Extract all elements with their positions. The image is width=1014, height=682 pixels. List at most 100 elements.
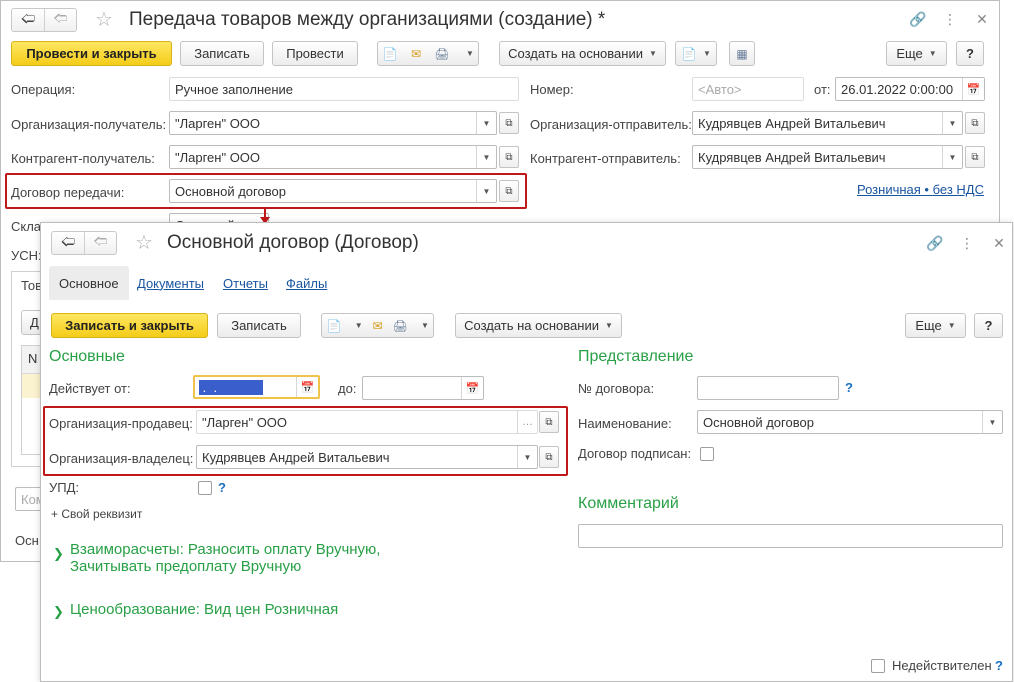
settlements-link[interactable]: Взаиморасчеты: Разносить оплату Вручную,… bbox=[70, 541, 380, 575]
number-label: Номер: bbox=[530, 82, 574, 97]
date-field[interactable]: 26.01.2022 0:00:00 📅 bbox=[835, 77, 985, 101]
contract-window: 🢠 🢢 ☆ Основной договор (Договор) 🔗 ⋮ ✕ О… bbox=[40, 222, 1013, 682]
signed-checkbox[interactable] bbox=[700, 447, 714, 461]
post-and-close-button[interactable]: Провести и закрыть bbox=[11, 41, 172, 66]
open-icon[interactable]: ⧉ bbox=[499, 146, 519, 168]
section-presentation-title: Представление bbox=[578, 348, 694, 365]
table-row-selected[interactable] bbox=[22, 374, 42, 398]
tab-reports[interactable]: Отчеты bbox=[213, 266, 278, 300]
number-field[interactable]: <Авто> bbox=[692, 77, 804, 101]
valid-from-value: . . bbox=[199, 380, 263, 395]
more-vertical-icon[interactable]: ⋮ bbox=[941, 11, 959, 28]
chevron-down-icon[interactable]: ▼ bbox=[942, 146, 962, 168]
invalid-checkbox[interactable] bbox=[871, 659, 885, 673]
valid-from-field[interactable]: . . 📅 bbox=[193, 375, 320, 399]
comment-field[interactable] bbox=[578, 524, 1003, 548]
favorite-star-icon[interactable]: ☆ bbox=[135, 233, 153, 253]
document-structure-icon: 📄 bbox=[681, 46, 697, 61]
favorite-star-icon[interactable]: ☆ bbox=[95, 10, 113, 30]
help-button[interactable]: ? bbox=[974, 313, 1003, 338]
chevron-down-icon[interactable]: ▼ bbox=[476, 146, 496, 168]
orgs-highlight-box bbox=[43, 406, 568, 476]
window-title: Передача товаров между организациями (со… bbox=[129, 9, 606, 30]
link-icon[interactable]: 🔗 bbox=[909, 11, 927, 28]
print-icon[interactable]: 🖨 bbox=[392, 319, 408, 333]
org-sender-field[interactable]: Кудрявцев Андрей Витальевич ▼ bbox=[692, 111, 963, 135]
attach-file-icon[interactable]: 📄 bbox=[382, 47, 398, 61]
link-icon[interactable]: 🔗 bbox=[926, 235, 944, 252]
hierarchy-button[interactable]: ▦ bbox=[729, 41, 755, 66]
invalid-label: Недействителен bbox=[892, 658, 992, 673]
more-vertical-icon[interactable]: ⋮ bbox=[958, 235, 976, 252]
close-icon[interactable]: ✕ bbox=[973, 11, 991, 28]
chevron-down-icon[interactable]: ▼ bbox=[942, 112, 962, 134]
attach-file-icon[interactable]: 📄 bbox=[326, 319, 342, 333]
structure-button[interactable]: 📄 ▼ bbox=[675, 41, 717, 66]
contractor-sender-value: Кудрявцев Андрей Витальевич bbox=[698, 150, 886, 165]
chevron-down-icon[interactable]: ▼ bbox=[476, 112, 496, 134]
email-icon[interactable]: ✉ bbox=[369, 319, 385, 333]
help-button[interactable]: ? bbox=[956, 41, 984, 66]
window-title: Основной договор (Договор) bbox=[167, 232, 419, 253]
section-comment-title: Комментарий bbox=[578, 495, 679, 512]
post-button[interactable]: Провести bbox=[272, 41, 358, 66]
name-label: Наименование: bbox=[578, 416, 672, 431]
upd-help-icon[interactable]: ? bbox=[218, 480, 226, 495]
open-icon[interactable]: ⧉ bbox=[499, 112, 519, 134]
name-value: Основной договор bbox=[703, 415, 814, 430]
org-sender-label: Организация-отправитель: bbox=[530, 117, 692, 132]
tab-files[interactable]: Файлы bbox=[276, 266, 337, 300]
more-label: Еще bbox=[915, 318, 942, 333]
invalid-help-icon[interactable]: ? bbox=[995, 658, 1003, 673]
close-icon[interactable]: ✕ bbox=[990, 235, 1008, 252]
email-icon[interactable]: ✉ bbox=[408, 47, 424, 61]
valid-to-label: до: bbox=[338, 381, 357, 396]
contract-number-help-icon[interactable]: ? bbox=[845, 380, 853, 395]
more-button[interactable]: Еще ▼ bbox=[886, 41, 947, 66]
pricing-link[interactable]: Ценообразование: Вид цен Розничная bbox=[70, 601, 338, 618]
write-and-close-button[interactable]: Записать и закрыть bbox=[51, 313, 208, 338]
print-dropdown-icon[interactable]: ▼ bbox=[466, 49, 474, 58]
forward-arrow-icon[interactable]: 🢢 bbox=[84, 232, 116, 254]
contractor-recipient-field[interactable]: "Ларген" ООО ▼ bbox=[169, 145, 497, 169]
calendar-icon[interactable]: 📅 bbox=[296, 377, 318, 397]
forward-arrow-icon[interactable]: 🢢 bbox=[44, 9, 76, 31]
name-field[interactable]: Основной договор ▼ bbox=[697, 410, 1003, 434]
write-button[interactable]: Записать bbox=[217, 313, 301, 338]
chevron-right-icon[interactable]: ❯ bbox=[53, 603, 64, 620]
tab-documents[interactable]: Документы bbox=[127, 266, 214, 300]
contractor-sender-label: Контрагент-отправитель: bbox=[530, 151, 681, 166]
write-button[interactable]: Записать bbox=[180, 41, 264, 66]
price-settings-link[interactable]: Розничная • без НДС bbox=[857, 182, 984, 197]
goods-tab-label[interactable]: Тов bbox=[21, 278, 42, 293]
org-recipient-field[interactable]: "Ларген" ООО ▼ bbox=[169, 111, 497, 135]
calendar-icon[interactable]: 📅 bbox=[461, 377, 483, 399]
operation-label: Операция: bbox=[11, 82, 76, 97]
settlements-line-1: Взаиморасчеты: Разносить оплату Вручную, bbox=[70, 541, 381, 558]
print-icon[interactable]: 🖨 bbox=[434, 47, 450, 61]
open-icon[interactable]: ⧉ bbox=[965, 146, 985, 168]
operation-field[interactable]: Ручное заполнение bbox=[169, 77, 519, 101]
chevron-down-icon: ▼ bbox=[928, 49, 937, 58]
chevron-down-icon[interactable]: ▼ bbox=[982, 411, 1002, 433]
print-dropdown-icon[interactable]: ▼ bbox=[421, 321, 429, 330]
chevron-down-icon: ▼ bbox=[604, 321, 613, 330]
valid-to-field[interactable]: . . 📅 bbox=[362, 376, 484, 400]
back-arrow-icon[interactable]: 🢠 bbox=[12, 9, 44, 31]
contract-number-field[interactable] bbox=[697, 376, 839, 400]
create-based-on-label: Создать на основании bbox=[508, 46, 643, 61]
create-based-on-button[interactable]: Создать на основании ▼ bbox=[499, 41, 666, 66]
back-arrow-icon[interactable]: 🢠 bbox=[52, 232, 84, 254]
calendar-icon[interactable]: 📅 bbox=[962, 78, 984, 100]
tab-main[interactable]: Основное bbox=[49, 266, 129, 300]
create-based-on-button[interactable]: Создать на основании ▼ bbox=[455, 313, 622, 338]
more-button[interactable]: Еще ▼ bbox=[905, 313, 966, 338]
upd-checkbox[interactable] bbox=[198, 481, 212, 495]
window-header-icons: 🔗 ⋮ ✕ bbox=[909, 11, 991, 28]
open-icon[interactable]: ⧉ bbox=[965, 112, 985, 134]
chevron-down-icon: ▼ bbox=[703, 49, 711, 58]
custom-attribute-link[interactable]: + Свой реквизит bbox=[51, 507, 142, 521]
attach-dropdown-icon[interactable]: ▼ bbox=[355, 321, 363, 330]
chevron-right-icon[interactable]: ❯ bbox=[53, 545, 64, 562]
contractor-sender-field[interactable]: Кудрявцев Андрей Витальевич ▼ bbox=[692, 145, 963, 169]
